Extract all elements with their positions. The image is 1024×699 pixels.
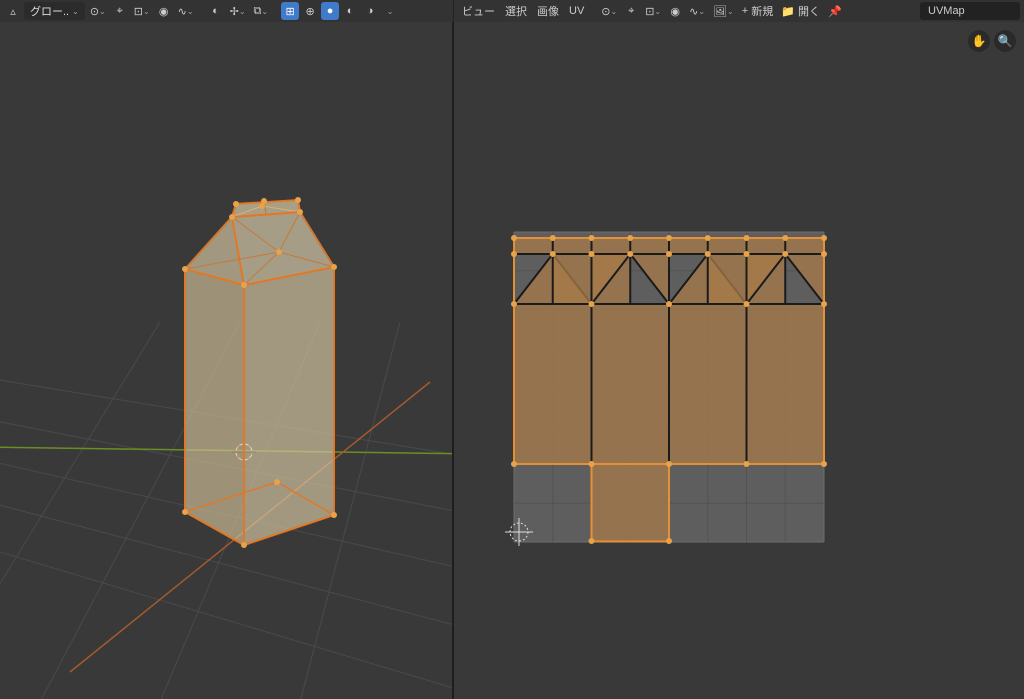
chevron-down-icon: ⌄: [72, 7, 79, 16]
snap-target-dropdown[interactable]: ⊡⌄: [131, 2, 153, 20]
cursor-icon[interactable]: ▵: [4, 2, 22, 20]
uv-pivot-dropdown[interactable]: ⊙⌄: [598, 2, 620, 20]
editor-panes: ◇: [0, 22, 1024, 699]
pivot-point-dropdown[interactable]: ⊙⌄: [87, 2, 109, 20]
image-browse-dropdown[interactable]: 🖼⌄: [710, 2, 737, 20]
viewport-header: ▵ グロー.. ⌄ ⊙⌄ ⌖ ⊡⌄ ◉ ∿⌄ ◐ ✢⌄ ⧉⌄ ⊞ ⊕ ● ◐ ◑…: [0, 0, 454, 22]
shading-rendered[interactable]: ◑: [361, 2, 379, 20]
viewport-3d-canvas: [0, 22, 454, 699]
open-image-button[interactable]: 📁 開く: [778, 2, 823, 20]
viewport-3d[interactable]: [0, 22, 454, 699]
uvmap-name-field[interactable]: UVMap: [920, 2, 1020, 20]
mesh-visibility-icon[interactable]: ◐: [207, 2, 225, 20]
menu-image[interactable]: 画像: [533, 3, 563, 19]
shading-options-dropdown[interactable]: ⌄: [381, 2, 399, 20]
uv-snap-target-dropdown[interactable]: ⊡⌄: [642, 2, 664, 20]
uv-proportional-toggle[interactable]: ◉: [666, 2, 684, 20]
mesh-milk-carton: [182, 197, 337, 548]
new-image-button[interactable]: + 新規: [739, 2, 777, 20]
uv-editor[interactable]: ✋ 🔍: [454, 22, 1024, 699]
proportional-edit-toggle[interactable]: ◉: [155, 2, 173, 20]
menu-view[interactable]: ビュー: [458, 3, 499, 19]
toggle-xray[interactable]: ⊞: [281, 2, 299, 20]
proportional-falloff-dropdown[interactable]: ∿⌄: [175, 2, 197, 20]
transform-orientation-dropdown[interactable]: グロー.. ⌄: [24, 2, 85, 20]
uv-editor-canvas: [454, 22, 1024, 699]
uv-falloff-dropdown[interactable]: ∿⌄: [686, 2, 708, 20]
transform-orientation-label: グロー..: [30, 3, 69, 19]
shading-solid[interactable]: ●: [321, 2, 339, 20]
shading-material[interactable]: ◐: [341, 2, 359, 20]
menu-uv[interactable]: UV: [565, 5, 588, 17]
uv-editor-header: ビュー 選択 画像 UV ⊙⌄ ⌖ ⊡⌄ ◉ ∿⌄ 🖼⌄ + 新規 📁 開く 📌…: [454, 0, 1024, 22]
menu-select[interactable]: 選択: [501, 3, 531, 19]
overlay-dropdown[interactable]: ⧉⌄: [251, 2, 272, 20]
header-bar: ▵ グロー.. ⌄ ⊙⌄ ⌖ ⊡⌄ ◉ ∿⌄ ◐ ✢⌄ ⧉⌄ ⊞ ⊕ ● ◐ ◑…: [0, 0, 1024, 22]
snap-toggle[interactable]: ⌖: [111, 2, 129, 20]
shading-wireframe[interactable]: ⊕: [301, 2, 319, 20]
gizmo-dropdown[interactable]: ✢⌄: [227, 2, 249, 20]
pin-button[interactable]: 📌: [825, 2, 845, 20]
uv-snap-toggle[interactable]: ⌖: [622, 2, 640, 20]
